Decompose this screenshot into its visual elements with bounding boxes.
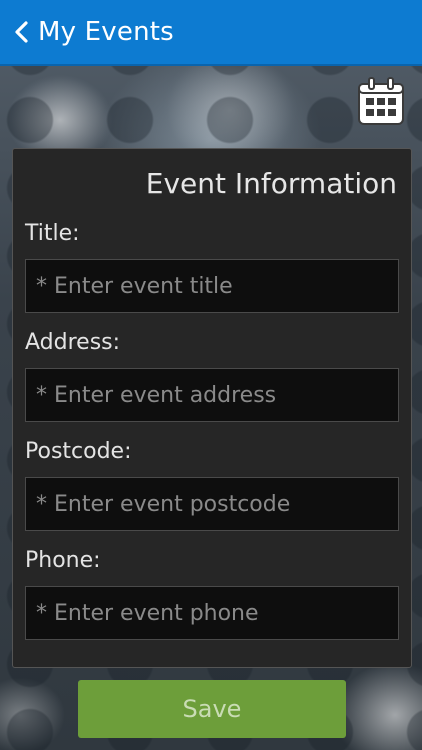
action-bar: My Events	[0, 0, 422, 66]
calendar-icon	[358, 77, 404, 125]
chevron-left-icon[interactable]	[10, 21, 32, 43]
event-information-panel: Event Information Title: Address: Postco…	[12, 148, 412, 668]
panel-heading: Event Information	[145, 167, 397, 200]
save-button[interactable]: Save	[78, 680, 346, 738]
title-input[interactable]	[25, 259, 399, 313]
address-label: Address:	[25, 330, 121, 355]
calendar-button[interactable]	[356, 76, 406, 128]
phone-input[interactable]	[25, 586, 399, 640]
title-label: Title:	[25, 221, 80, 246]
page-title[interactable]: My Events	[38, 17, 174, 47]
phone-label: Phone:	[25, 548, 101, 573]
postcode-label: Postcode:	[25, 439, 132, 464]
postcode-input[interactable]	[25, 477, 399, 531]
address-input[interactable]	[25, 368, 399, 422]
